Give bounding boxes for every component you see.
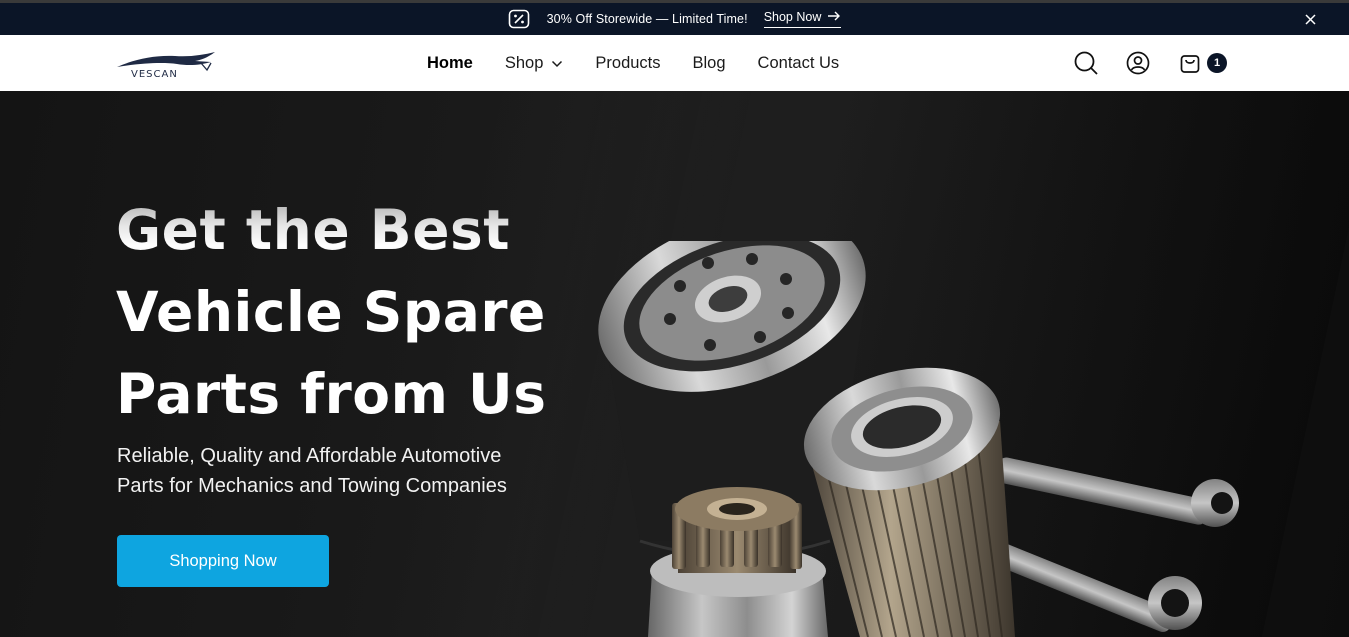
hero-subtitle-line1: Reliable, Quality and Affordable Automot…	[117, 445, 502, 467]
nav-shop[interactable]: Shop	[505, 54, 564, 73]
close-icon[interactable]	[1301, 10, 1319, 28]
hero-title-line2: Vehicle Spare	[116, 280, 546, 344]
hero-title: Get the Best Vehicle Spare Parts from Us	[116, 189, 636, 435]
hero-title-line1: Get the Best	[116, 189, 636, 271]
nav-home-label: Home	[427, 53, 473, 72]
auto-parts-image	[598, 241, 1239, 637]
hero-banner: Get the Best Vehicle Spare Parts from Us…	[0, 91, 1349, 637]
header-actions: 1	[1073, 35, 1227, 91]
nav-shop-label: Shop	[504, 53, 544, 72]
vescan-logo[interactable]: VESCAN	[115, 49, 217, 80]
chevron-down-icon	[551, 54, 563, 73]
promo-text: 30% Off Storewide — Limited Time!	[546, 12, 748, 26]
nav-contact-label: Contact Us	[757, 53, 840, 72]
wrench-top	[996, 457, 1239, 527]
nav-blog-label: Blog	[692, 53, 726, 72]
arrow-right-icon	[827, 10, 841, 24]
logo-text: VESCAN	[131, 69, 178, 79]
nav-blog[interactable]: Blog	[693, 54, 726, 73]
shopping-now-label: Shopping Now	[169, 551, 277, 570]
wrench-bottom	[993, 543, 1202, 633]
hero-subtitle-line2: Parts for Mechanics and Towing Companies	[117, 475, 507, 497]
announcement-bar: 30% Off Storewide — Limited Time! Shop N…	[0, 0, 1349, 35]
shop-now-link[interactable]: Shop Now	[763, 10, 842, 28]
nav-products-label: Products	[595, 53, 661, 72]
main-nav: Home Shop Products Blog Contact Us	[427, 35, 871, 91]
shop-now-label: Shop Now	[763, 10, 822, 24]
discount-tag-icon	[508, 8, 530, 30]
nav-products[interactable]: Products	[595, 54, 660, 73]
shopping-now-button[interactable]: Shopping Now	[117, 535, 329, 587]
cart-count-badge: 1	[1207, 53, 1227, 73]
nav-contact[interactable]: Contact Us	[758, 54, 840, 73]
nav-home[interactable]: Home	[427, 54, 473, 73]
starter-gear	[648, 487, 828, 637]
cart-button[interactable]: 1	[1177, 50, 1227, 76]
search-icon[interactable]	[1073, 50, 1099, 76]
hero-title-line3: Parts from Us	[116, 362, 547, 426]
cart-icon	[1177, 50, 1203, 76]
site-header: VESCAN Home Shop Products Blog Contact U…	[0, 35, 1349, 91]
account-icon[interactable]	[1125, 50, 1151, 76]
hero-subtitle: Reliable, Quality and Affordable Automot…	[117, 441, 577, 501]
